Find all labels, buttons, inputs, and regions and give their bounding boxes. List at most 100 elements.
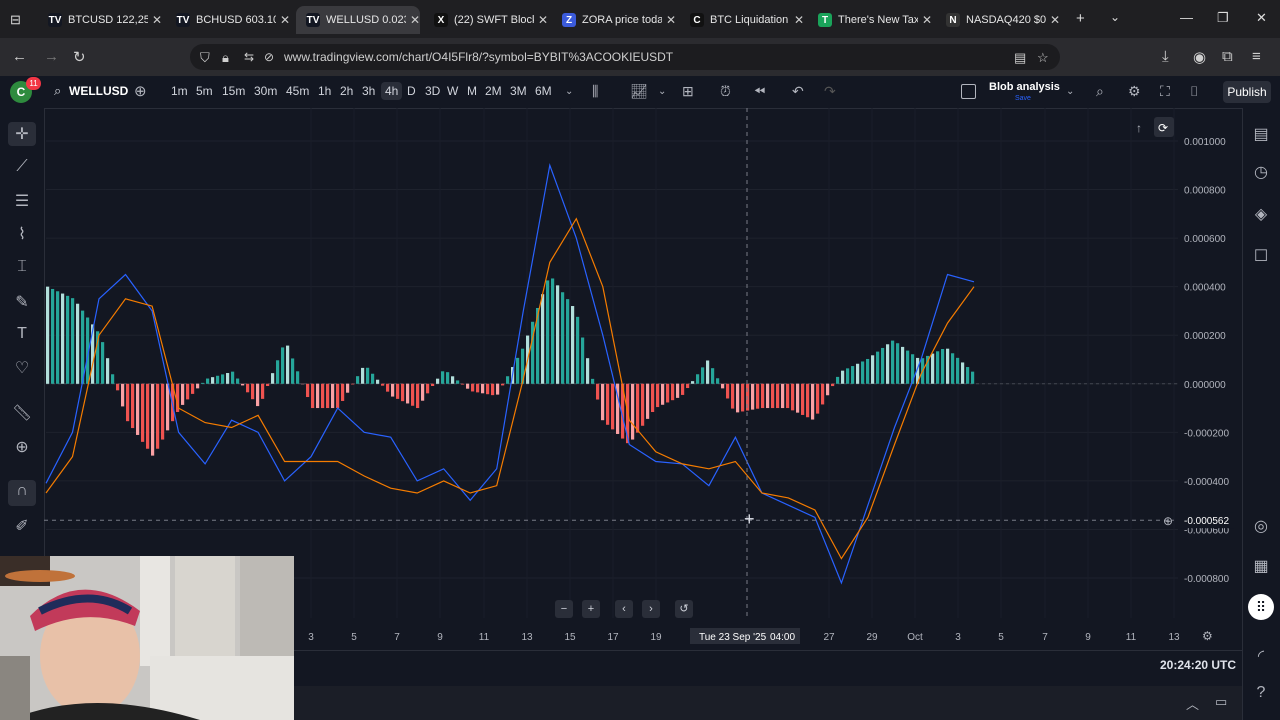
broadcast-icon[interactable]: ◜	[1251, 646, 1271, 666]
scroll-right-button[interactable]: ›	[642, 600, 660, 618]
tab-close-icon[interactable]: ✕	[922, 13, 932, 27]
timeframe-2h[interactable]: 2h	[340, 84, 353, 98]
watchlist-icon[interactable]: ▤	[1251, 124, 1271, 144]
menu-icon[interactable]: ≡	[1252, 48, 1261, 65]
back-icon[interactable]: ←	[12, 48, 27, 65]
layout-name[interactable]: Blob analysis	[989, 81, 1060, 93]
axis-settings-gear-icon[interactable]: ⚙	[1202, 629, 1213, 643]
layout-grid-icon[interactable]: ⊞	[682, 83, 694, 100]
timeframe-3M[interactable]: 3M	[510, 84, 527, 98]
heart-icon[interactable]: ♡	[11, 358, 33, 378]
new-tab-icon[interactable]: +	[1076, 10, 1085, 27]
text-tool-icon[interactable]: T	[11, 325, 33, 343]
horizontal-lines-icon[interactable]: ☰	[11, 191, 33, 211]
browser-tab[interactable]: X (22) SWFT Blockch ✕	[424, 6, 548, 34]
browser-tab[interactable]: Z ZORA price today ✕	[552, 6, 676, 34]
symbol-name[interactable]: WELLUSD	[69, 84, 128, 98]
tab-close-icon[interactable]: ✕	[410, 13, 420, 27]
chat-icon[interactable]: ☐	[1251, 246, 1271, 266]
url-text[interactable]: www.tradingview.com/chart/O4I5Flr8/?symb…	[284, 50, 673, 64]
tab-close-icon[interactable]: ✕	[152, 13, 162, 27]
browser-tab[interactable]: T There's New Tax G ✕	[808, 6, 932, 34]
sync-icon[interactable]: ⟳	[1158, 121, 1168, 135]
timeframe-15m[interactable]: 15m	[222, 84, 245, 98]
timeframe-1m[interactable]: 1m	[171, 84, 188, 98]
add-alert-plus-icon[interactable]: ⊕	[1163, 514, 1173, 528]
ruler-icon[interactable]: 📏︎	[11, 403, 33, 423]
timeframe-3h[interactable]: 3h	[362, 84, 375, 98]
shield-icon[interactable]: ⛉	[200, 50, 210, 66]
download-icon[interactable]: ⤓	[1162, 48, 1169, 65]
reader-icon[interactable]: ▤	[1014, 50, 1026, 66]
snapshot-camera-icon[interactable]: ⌷	[1190, 83, 1198, 100]
bookmark-star-icon[interactable]: ☆	[1037, 50, 1049, 66]
indicators-icon[interactable]: 📈︎	[630, 83, 648, 100]
zoom-out-button[interactable]: −	[555, 600, 573, 618]
lock-drawings-icon[interactable]: ✐	[11, 516, 33, 536]
tab-close-icon[interactable]: ✕	[538, 13, 548, 27]
symbol-search-icon[interactable]: ⌕	[54, 83, 61, 99]
calendar-icon[interactable]: ▦	[1251, 556, 1271, 576]
browser-tab[interactable]: C BTC Liquidation Le ✕	[680, 6, 804, 34]
trendline-tool-icon[interactable]: ⟋	[11, 158, 33, 176]
browser-tab[interactable]: N NASDAQ420 $0.0 ✕	[936, 6, 1060, 34]
reset-chart-button[interactable]: ↺	[675, 600, 693, 618]
account-icon[interactable]: ◉	[1193, 48, 1206, 66]
timeframe-2M[interactable]: 2M	[485, 84, 502, 98]
timeframe-3D[interactable]: 3D	[425, 84, 440, 98]
fullscreen-icon[interactable]: ⛶	[1160, 83, 1170, 100]
publish-button[interactable]: Publish	[1223, 81, 1271, 103]
help-icon[interactable]: ?	[1251, 684, 1271, 702]
tab-close-icon[interactable]: ✕	[1050, 13, 1060, 27]
timeframe-4h[interactable]: 4h	[381, 82, 403, 100]
zoom-in-button[interactable]: +	[582, 600, 600, 618]
magnet-icon[interactable]: ∩	[11, 482, 33, 500]
permissions-icon[interactable]: ⇆	[244, 50, 254, 64]
browser-tab[interactable]: TV BTCUSD 122,254.8 ✕	[38, 6, 162, 34]
crosshair-tool-icon[interactable]: ✛	[11, 124, 33, 144]
scroll-top-arrow-icon[interactable]: ↑	[1136, 121, 1142, 135]
timeframe-6M[interactable]: 6M	[535, 84, 552, 98]
pattern-tool-icon[interactable]: ⌇	[11, 224, 33, 244]
target-icon[interactable]: ◎	[1251, 516, 1271, 536]
browser-tab[interactable]: TV WELLUSD 0.02355 ✕	[296, 6, 420, 34]
tab-list-chevron-icon[interactable]: ⌄	[1110, 10, 1120, 24]
scroll-left-button[interactable]: ‹	[615, 600, 633, 618]
browser-tab[interactable]: TV BCHUSD 603.10 ▲ ✕	[166, 6, 290, 34]
apps-grid-icon[interactable]: ⠿	[1248, 594, 1274, 620]
quick-search-icon[interactable]: ⌕	[1096, 83, 1104, 100]
minimize-icon[interactable]: —	[1180, 10, 1193, 25]
compare-symbol-icon[interactable]: ⊕	[134, 82, 147, 100]
tab-search-icon[interactable]: ⊟	[10, 12, 21, 28]
timeframe-D[interactable]: D	[407, 84, 416, 98]
tab-close-icon[interactable]: ✕	[794, 13, 804, 27]
reload-icon[interactable]: ↻	[73, 48, 86, 66]
camera-blocked-icon[interactable]: ⊘	[264, 50, 274, 64]
alert-icon[interactable]: ⏰︎	[720, 83, 731, 100]
forward-icon[interactable]: →	[44, 48, 59, 65]
close-window-icon[interactable]: ✕	[1256, 10, 1267, 26]
prediction-tool-icon[interactable]: ⌶	[11, 258, 33, 276]
timeframe-45m[interactable]: 45m	[286, 84, 309, 98]
timeframe-1h[interactable]: 1h	[318, 84, 331, 98]
maximize-panel-icon[interactable]: ▭	[1215, 694, 1227, 710]
maximize-icon[interactable]: ❐	[1217, 10, 1229, 26]
extensions-icon[interactable]: ⧉	[1222, 48, 1233, 65]
tab-close-icon[interactable]: ✕	[666, 13, 676, 27]
layout-icon[interactable]	[961, 84, 976, 99]
alerts-clock-icon[interactable]: ◷	[1251, 162, 1271, 182]
layout-save-label[interactable]: Save	[1015, 95, 1031, 102]
tab-close-icon[interactable]: ✕	[280, 13, 290, 27]
brush-tool-icon[interactable]: ✎	[11, 292, 33, 312]
collapse-panel-chevron-icon[interactable]: ︿	[1186, 694, 1199, 713]
timeframe-dropdown-chevron-icon[interactable]: ⌄	[565, 86, 573, 97]
undo-icon[interactable]: ↶	[792, 83, 804, 100]
settings-gear-icon[interactable]: ⚙	[1128, 83, 1141, 100]
replay-icon[interactable]: ⏪︎	[754, 83, 765, 100]
indicators-chevron-icon[interactable]: ⌄	[658, 86, 666, 97]
timeframe-M[interactable]: M	[467, 84, 477, 98]
layout-chevron-icon[interactable]: ⌄	[1066, 86, 1074, 97]
redo-icon[interactable]: ↷	[824, 83, 836, 100]
clock-time[interactable]: 20:24:20 UTC	[1160, 658, 1236, 672]
timeframe-30m[interactable]: 30m	[254, 84, 277, 98]
